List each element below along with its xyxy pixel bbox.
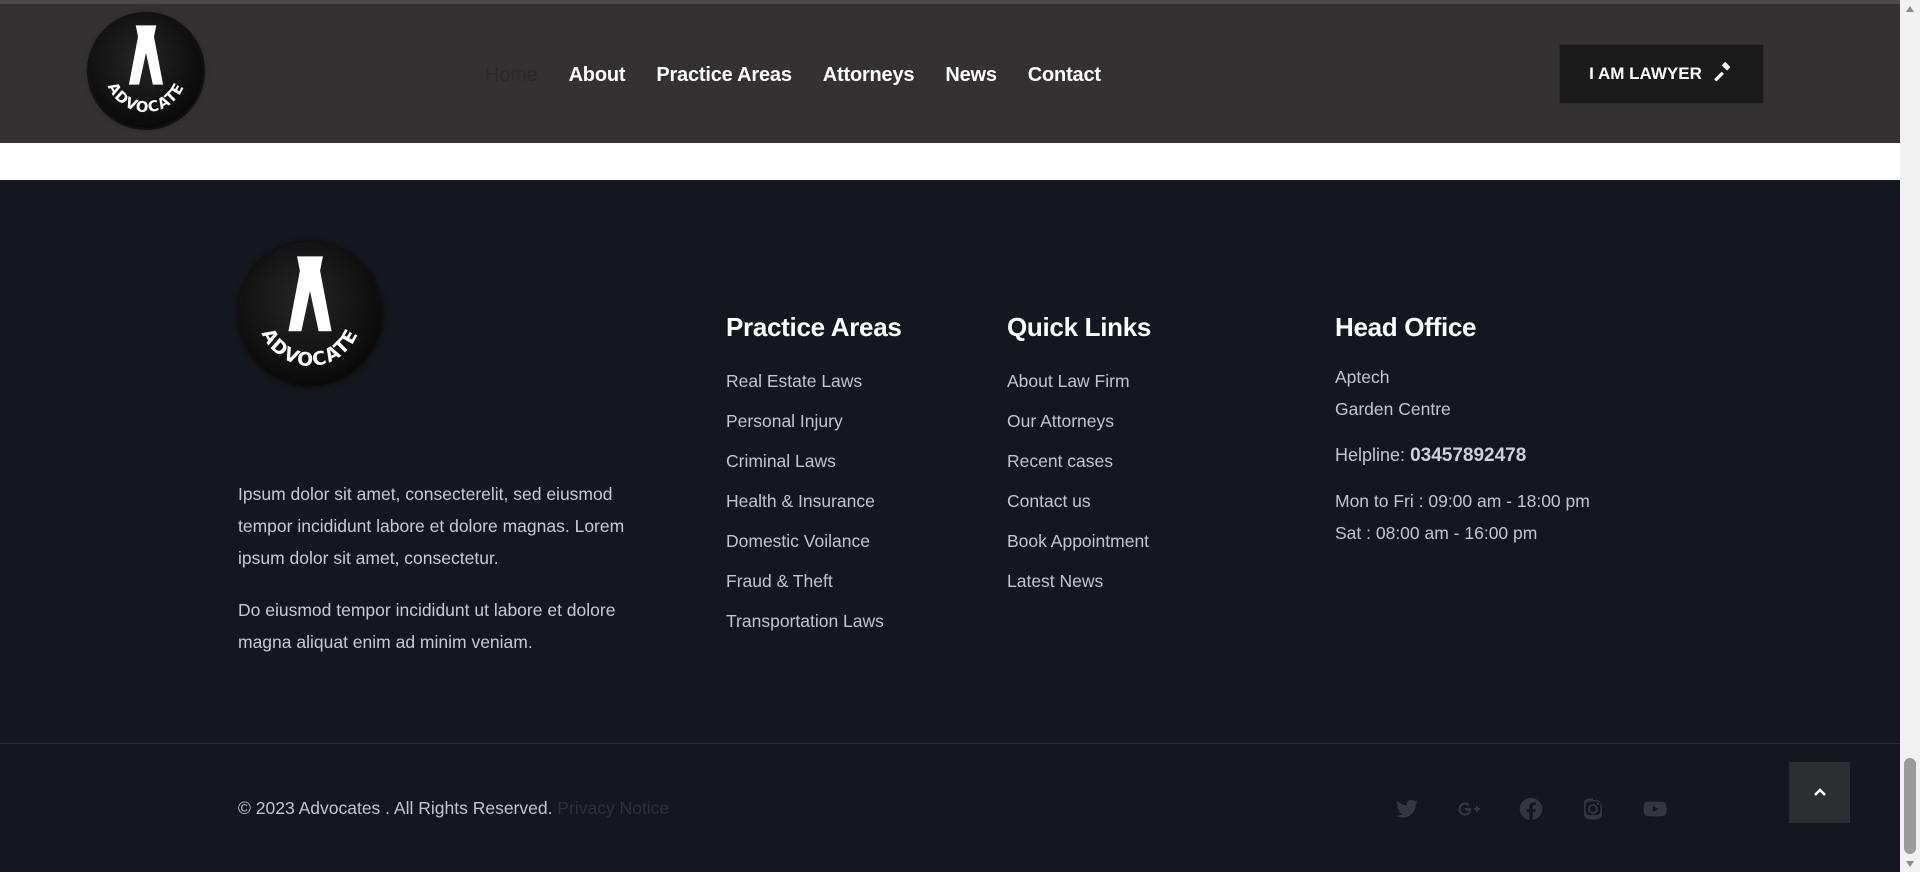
practice-areas-heading: Practice Areas: [726, 312, 902, 342]
nav-news[interactable]: News: [945, 64, 997, 87]
helpline: Helpline: 03457892478: [1335, 445, 1590, 467]
page-scrollbar[interactable]: [1900, 0, 1920, 872]
about-paragraph: Ipsum dolor sit amet, consecterelit, sed…: [238, 484, 625, 568]
about-paragraph: Do eiusmod tempor incididunt ut labore e…: [238, 600, 616, 652]
quick-link[interactable]: Recent cases: [1007, 451, 1113, 471]
quick-link[interactable]: Latest News: [1007, 571, 1103, 591]
practice-link[interactable]: Fraud & Theft: [726, 571, 833, 591]
quick-link[interactable]: Book Appointment: [1007, 531, 1149, 551]
practice-link[interactable]: Criminal Laws: [726, 451, 836, 471]
copyright-text: © 2023 Advocates . All Rights Reserved.: [238, 798, 553, 818]
office-hours: Mon to Fri : 09:00 am - 18:00 pm Sat : 0…: [1335, 485, 1590, 549]
head-office-column: Head Office Aptech Garden Centre Helplin…: [1335, 312, 1590, 549]
site-header: ADVOCATE Home About Practice Areas Attor…: [0, 4, 1900, 143]
twitter-icon[interactable]: [1395, 797, 1419, 821]
address-line: Garden Centre: [1335, 399, 1451, 419]
practice-link[interactable]: Domestic Voilance: [726, 531, 870, 551]
head-office-heading: Head Office: [1335, 312, 1477, 342]
scroll-down-arrow[interactable]: [1900, 855, 1920, 872]
google-plus-icon[interactable]: [1457, 797, 1481, 821]
facebook-icon[interactable]: [1519, 797, 1543, 821]
header-logo[interactable]: ADVOCATE: [89, 14, 203, 128]
practice-link[interactable]: Health & Insurance: [726, 491, 875, 511]
advocate-logo-icon: ADVOCATE: [104, 25, 188, 117]
scroll-up-arrow[interactable]: [1900, 0, 1920, 17]
page: ADVOCATE Home About Practice Areas Attor…: [0, 0, 1900, 872]
advocate-logo-icon: ADVOCATE: [257, 256, 363, 371]
quick-link[interactable]: About Law Firm: [1007, 371, 1130, 391]
svg-text:ADVOCATE: ADVOCATE: [104, 80, 188, 117]
footer-about: Ipsum dolor sit amet, consecterelit, sed…: [238, 478, 658, 678]
i-am-lawyer-button[interactable]: I AM LAWYER: [1559, 44, 1764, 104]
hours-line: Mon to Fri : 09:00 am - 18:00 pm: [1335, 491, 1590, 511]
nav-about[interactable]: About: [569, 64, 626, 87]
gavel-icon: [1714, 61, 1734, 87]
scroll-thumb[interactable]: [1904, 758, 1916, 854]
footer-divider: [0, 743, 1900, 744]
quick-links-column: Quick Links About Law Firm Our Attorneys…: [1007, 312, 1151, 601]
main-nav: Home About Practice Areas Attorneys News…: [485, 64, 1132, 87]
social-links: [1395, 797, 1705, 821]
helpline-number[interactable]: 03457892478: [1410, 445, 1526, 466]
practice-link[interactable]: Personal Injury: [726, 411, 843, 431]
footer-logo[interactable]: ADVOCATE: [238, 242, 382, 386]
helpline-label: Helpline:: [1335, 445, 1406, 465]
practice-link[interactable]: Transportation Laws: [726, 611, 884, 631]
hours-line: Sat : 08:00 am - 16:00 pm: [1335, 523, 1538, 543]
quick-link[interactable]: Our Attorneys: [1007, 411, 1114, 431]
nav-attorneys[interactable]: Attorneys: [823, 64, 915, 87]
quick-link[interactable]: Contact us: [1007, 491, 1091, 511]
practice-link[interactable]: Real Estate Laws: [726, 371, 862, 391]
nav-practice-areas[interactable]: Practice Areas: [656, 64, 792, 87]
back-to-top-button[interactable]: [1789, 762, 1850, 823]
privacy-notice-link[interactable]: Privacy Notice: [557, 798, 669, 818]
quick-links-heading: Quick Links: [1007, 312, 1152, 342]
content-gap: [0, 143, 1900, 180]
site-footer: ADVOCATE Ipsum dolor sit amet, consecter…: [0, 180, 1900, 872]
youtube-icon[interactable]: [1643, 797, 1667, 821]
instagram-icon[interactable]: [1581, 797, 1605, 821]
address-line: Aptech: [1335, 367, 1390, 387]
i-am-lawyer-label: I AM LAWYER: [1589, 64, 1702, 83]
copyright: © 2023 Advocates . All Rights Reserved. …: [238, 798, 669, 819]
nav-contact[interactable]: Contact: [1028, 64, 1101, 87]
nav-home[interactable]: Home: [485, 64, 538, 87]
svg-text:ADVOCATE: ADVOCATE: [257, 325, 363, 371]
practice-areas-column: Practice Areas Real Estate Laws Personal…: [726, 312, 902, 641]
chevron-up-icon: [1813, 784, 1827, 802]
